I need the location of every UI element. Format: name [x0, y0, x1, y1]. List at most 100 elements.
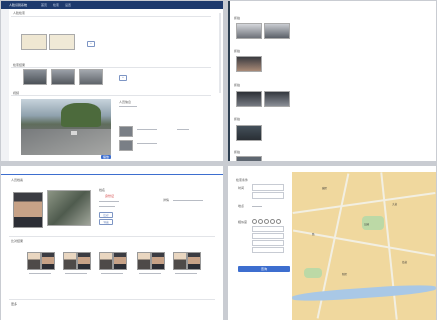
capture-label-1: 抓拍: [234, 16, 241, 20]
search-map-thumb-2[interactable]: [49, 34, 75, 50]
section-face-search-label: 人脸检索: [13, 11, 26, 15]
radio-option-1[interactable]: [252, 219, 257, 224]
search-map-thumb-1[interactable]: [21, 34, 47, 50]
face-caption: [139, 273, 161, 274]
form-label-time: 时间: [238, 186, 245, 190]
map-road: [292, 191, 436, 215]
archive-tab-label: 人员档案: [11, 178, 24, 182]
face-pair-5-a[interactable]: [173, 252, 187, 270]
video-road: [21, 129, 111, 155]
radio-option-4[interactable]: [270, 219, 275, 224]
bottom-left-panel: 人员档案 姓名 身份证 比对 详情 导出 比对结果 更多: [1, 166, 223, 320]
face-pair-3-b[interactable]: [113, 252, 127, 270]
person-photo[interactable]: [13, 192, 43, 228]
detail-text-row: [173, 200, 203, 201]
info-thumb-1[interactable]: [119, 126, 133, 137]
app-title: 人脸识别系统: [9, 3, 28, 7]
person-text-row: [99, 201, 119, 202]
divider: [9, 299, 215, 300]
play-button[interactable]: 播放: [101, 155, 111, 159]
map[interactable]: 城区 公园 大道 路 街道 新区: [292, 172, 436, 320]
nav-item-home[interactable]: 首页: [41, 3, 47, 7]
face-caption: [101, 273, 123, 274]
age-field[interactable]: [252, 233, 284, 239]
face-caption: [175, 273, 197, 274]
divider: [9, 236, 215, 237]
capture-thumb-2[interactable]: [264, 23, 290, 39]
capture-label-3: 抓拍: [234, 83, 241, 87]
form-label-similarity: 相似度: [238, 220, 248, 224]
results-label: 比对结果: [11, 239, 24, 243]
scrollbar[interactable]: [219, 13, 221, 93]
time-end-field[interactable]: [252, 192, 284, 199]
detail-link[interactable]: 详情: [163, 198, 169, 202]
top-navbar: 人脸识别系统 首页 检索 设置: [1, 1, 223, 9]
map-label: 新区: [342, 273, 348, 276]
location-value: [252, 206, 262, 207]
person-text-row: [99, 206, 115, 207]
result-thumb-2[interactable]: [51, 69, 75, 85]
compare-button[interactable]: 比对: [99, 212, 113, 218]
person-info-label: 人员信息: [119, 100, 132, 104]
extra-field[interactable]: [252, 247, 284, 253]
top-right-panel: 抓拍 抓拍 抓拍 抓拍 抓拍: [228, 1, 436, 161]
add-result-button[interactable]: +: [119, 75, 127, 81]
capture-thumb-7[interactable]: [236, 156, 262, 161]
nav-item-settings[interactable]: 设置: [65, 3, 71, 7]
capture-thumb-4[interactable]: [236, 91, 262, 107]
device-field[interactable]: [252, 240, 284, 246]
face-caption: [29, 273, 51, 274]
face-pair-3-a[interactable]: [99, 252, 113, 270]
capture-thumb-1[interactable]: [236, 23, 262, 39]
scene-photo[interactable]: [47, 190, 91, 226]
info-text-row: [177, 129, 189, 130]
export-button[interactable]: 导出: [99, 219, 113, 225]
capture-thumb-6[interactable]: [236, 125, 262, 141]
info-text-row: [137, 129, 157, 130]
video-car: [71, 131, 77, 135]
add-image-button[interactable]: +: [87, 41, 95, 47]
capture-thumb-5[interactable]: [264, 91, 290, 107]
video-frame[interactable]: [21, 99, 111, 155]
info-text-row: [137, 143, 157, 144]
more-label[interactable]: 更多: [11, 302, 17, 306]
search-button[interactable]: 查询: [238, 266, 290, 272]
map-label: 街道: [402, 261, 408, 264]
person-name-label: 姓名: [99, 188, 106, 192]
info-thumb-2[interactable]: [119, 140, 133, 151]
capture-label-4: 抓拍: [234, 117, 241, 121]
radio-option-2[interactable]: [258, 219, 263, 224]
capture-thumb-3[interactable]: [236, 56, 262, 72]
face-pair-5-b[interactable]: [187, 252, 201, 270]
left-sidebar: [1, 9, 9, 161]
face-pair-2-b[interactable]: [77, 252, 91, 270]
face-pair-4-a[interactable]: [137, 252, 151, 270]
divider: [11, 67, 211, 68]
id-tag: 身份证: [105, 194, 115, 198]
video-trees: [61, 103, 101, 127]
radio-option-3[interactable]: [264, 219, 269, 224]
bottom-right-panel: 检索条件 时间 地点 相似度 查询 城区 公园 大道 路 街道 新区: [228, 166, 436, 320]
radio-option-5[interactable]: [276, 219, 281, 224]
nav-item-search[interactable]: 检索: [53, 3, 59, 7]
form-label-location: 地点: [238, 204, 245, 208]
capture-label-5: 抓拍: [234, 150, 241, 154]
face-pair-1-b[interactable]: [41, 252, 55, 270]
gender-field[interactable]: [252, 226, 284, 232]
top-left-panel: 人脸识别系统 首页 检索 设置 人脸检索 + 检索结果 + 视频 人员信息 播放: [1, 1, 223, 161]
map-label: 城区: [322, 187, 328, 190]
result-thumb-1[interactable]: [23, 69, 47, 85]
result-thumb-3[interactable]: [79, 69, 103, 85]
map-label: 公园: [364, 223, 370, 226]
time-start-field[interactable]: [252, 184, 284, 191]
info-text-row: [119, 106, 137, 107]
form-title: 检索条件: [236, 178, 249, 182]
timeline-bar: [1, 174, 223, 175]
capture-label-2: 抓拍: [234, 49, 241, 53]
divider: [11, 16, 211, 17]
face-pair-1-a[interactable]: [27, 252, 41, 270]
divider: [11, 95, 211, 96]
face-pair-4-b[interactable]: [151, 252, 165, 270]
map-label: 路: [312, 233, 315, 236]
face-pair-2-a[interactable]: [63, 252, 77, 270]
